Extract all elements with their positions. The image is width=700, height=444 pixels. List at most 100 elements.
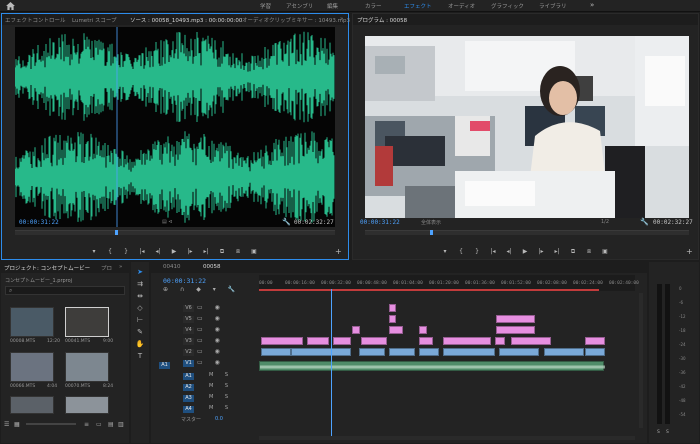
delete-icon[interactable]: ▥ (118, 421, 124, 428)
track-toggles[interactable]: ▭ ◉ (197, 315, 225, 322)
workspace-tab-audio[interactable]: オーディオ (448, 2, 475, 10)
timeline-vertical-scrollbar[interactable] (639, 293, 643, 428)
program-mark-in-icon[interactable]: { (457, 248, 465, 256)
track-label[interactable]: A2 (183, 384, 194, 391)
tab-audio-clip-mixer[interactable]: オーディオクリップミキサー : 10493.mp3 (242, 16, 350, 24)
clip[interactable] (261, 337, 303, 345)
source-settings-icon[interactable]: ▤ ⊲ (162, 219, 173, 225)
project-thumb-3[interactable] (65, 352, 109, 382)
track-label[interactable]: A3 (183, 395, 194, 402)
program-add-button[interactable]: + (686, 247, 693, 256)
source-playhead[interactable] (115, 230, 118, 235)
track-select-tool-icon[interactable]: ⇉ (135, 280, 145, 289)
clip[interactable] (359, 348, 385, 356)
icon-view-icon[interactable]: ▦ (14, 421, 20, 428)
program-quality-dropdown[interactable]: 1/2 (601, 219, 609, 225)
lift-icon[interactable]: ⧉ (569, 248, 577, 256)
project-thumb-5[interactable] (65, 396, 109, 414)
track-toggles[interactable]: M S (209, 405, 233, 411)
go-to-in-icon[interactable]: |◂ (138, 248, 146, 256)
program-go-to-in-icon[interactable]: |◂ (489, 248, 497, 256)
work-area-bar[interactable] (259, 289, 599, 291)
clip[interactable] (496, 326, 535, 334)
wrench-icon[interactable]: 🔧 (282, 218, 291, 226)
clip[interactable] (496, 315, 535, 323)
project-thumb-1[interactable] (65, 307, 109, 337)
tab-effect-controls[interactable]: エフェクトコントロール (5, 16, 66, 24)
new-bin-icon[interactable]: ▭ (96, 421, 102, 428)
clip[interactable] (389, 348, 415, 356)
clip[interactable] (361, 337, 387, 345)
program-playhead[interactable] (430, 230, 433, 235)
program-go-to-out-icon[interactable]: ▸| (553, 248, 561, 256)
tab-sequence-00058[interactable]: 00058 (203, 264, 221, 270)
timeline-ruler[interactable]: 00:00 00:00:16:00 00:00:32:00 00:00:48:0… (259, 275, 639, 291)
new-item-icon[interactable]: ▤ (108, 421, 114, 428)
program-wrench-icon[interactable]: 🔧 (640, 218, 649, 226)
program-current-timecode[interactable]: 00:00:31:22 (360, 219, 400, 226)
clip[interactable] (419, 337, 433, 345)
clip[interactable] (389, 326, 403, 334)
tab-program[interactable]: プログラム : 00058 (357, 16, 407, 24)
track-label[interactable]: V5 (183, 316, 194, 323)
clip[interactable] (389, 315, 396, 323)
audio-clip-a1[interactable] (259, 361, 605, 371)
program-step-back-icon[interactable]: ◂| (505, 248, 513, 256)
selection-tool-icon[interactable]: ➤ (135, 268, 145, 277)
list-view-icon[interactable]: ☰ (4, 421, 9, 428)
mark-out-icon[interactable]: } (122, 248, 130, 256)
clip[interactable] (585, 348, 605, 356)
track-label[interactable]: V4 (183, 327, 194, 334)
tab-project-2[interactable]: プロ (101, 264, 112, 272)
source-current-timecode[interactable]: 00:00:31:22 (19, 219, 59, 226)
razor-tool-icon[interactable]: ◇ (135, 304, 145, 313)
workspace-tab-edit[interactable]: 編集 (327, 2, 338, 10)
track-label[interactable]: V2 (183, 349, 194, 356)
project-thumb-0[interactable] (10, 307, 54, 337)
master-value[interactable]: 0.0 (215, 416, 223, 422)
program-export-frame-icon[interactable]: ▣ (601, 248, 609, 256)
clip[interactable] (419, 348, 439, 356)
workspace-tab-assembly[interactable]: アセンブリ (286, 2, 313, 10)
track-toggles[interactable]: M S (209, 372, 233, 378)
tab-lumetri-scopes[interactable]: Lumetri スコープ (72, 16, 117, 24)
step-forward-icon[interactable]: |▸ (186, 248, 194, 256)
solo-right-button[interactable]: S (666, 430, 669, 435)
workspace-more-button[interactable]: » (590, 1, 594, 9)
clip[interactable] (389, 304, 396, 312)
source-patch-a1[interactable]: A1 (159, 362, 170, 369)
clip[interactable] (585, 337, 605, 345)
clip[interactable] (443, 348, 495, 356)
tab-project[interactable]: プロジェクト: コンセプトムービー (4, 264, 90, 272)
clip[interactable] (419, 326, 427, 334)
play-icon[interactable]: ▶ (170, 248, 178, 256)
tab-source[interactable]: ソース : 00058_10493.mp3 : 00:00:00:00 (130, 16, 242, 24)
program-video-frame[interactable] (365, 36, 689, 218)
sort-icon[interactable]: ≡ (84, 421, 89, 428)
project-thumb-2[interactable] (10, 352, 54, 382)
project-thumb-4[interactable] (10, 396, 54, 414)
track-toggles[interactable]: ▭ ◉ (197, 348, 225, 355)
track-label[interactable]: V1 (183, 360, 194, 367)
solo-left-button[interactable]: S (657, 430, 660, 435)
project-tabs-more[interactable]: » (119, 264, 122, 270)
source-add-button[interactable]: + (335, 247, 342, 256)
clip[interactable] (443, 337, 491, 345)
clip[interactable] (352, 326, 360, 334)
add-marker-icon[interactable]: ▾ (90, 248, 98, 256)
clip[interactable] (511, 337, 551, 345)
workspace-tab-color[interactable]: カラー (365, 2, 382, 10)
workspace-tab-learn[interactable]: 学習 (260, 2, 271, 10)
workspace-tab-libraries[interactable]: ライブラリ (539, 2, 567, 10)
program-scrub-bar[interactable] (365, 230, 689, 235)
timeline-timecode[interactable]: 00:00:31:22 (163, 277, 206, 285)
program-step-forward-icon[interactable]: |▸ (537, 248, 545, 256)
timeline-horizontal-scrollbar[interactable] (259, 436, 635, 440)
track-toggles[interactable]: ▭ ◉ (197, 337, 225, 344)
timeline-tool-icons[interactable]: ⊕ ∩ ◆ ▾ 🔧 (163, 286, 240, 293)
timeline-playhead[interactable] (331, 289, 332, 437)
insert-icon[interactable]: ⧉ (218, 248, 226, 256)
track-label[interactable]: V3 (183, 338, 194, 345)
track-toggles[interactable]: ▭ ◉ (197, 326, 225, 333)
hand-tool-icon[interactable]: ✋ (135, 340, 145, 349)
